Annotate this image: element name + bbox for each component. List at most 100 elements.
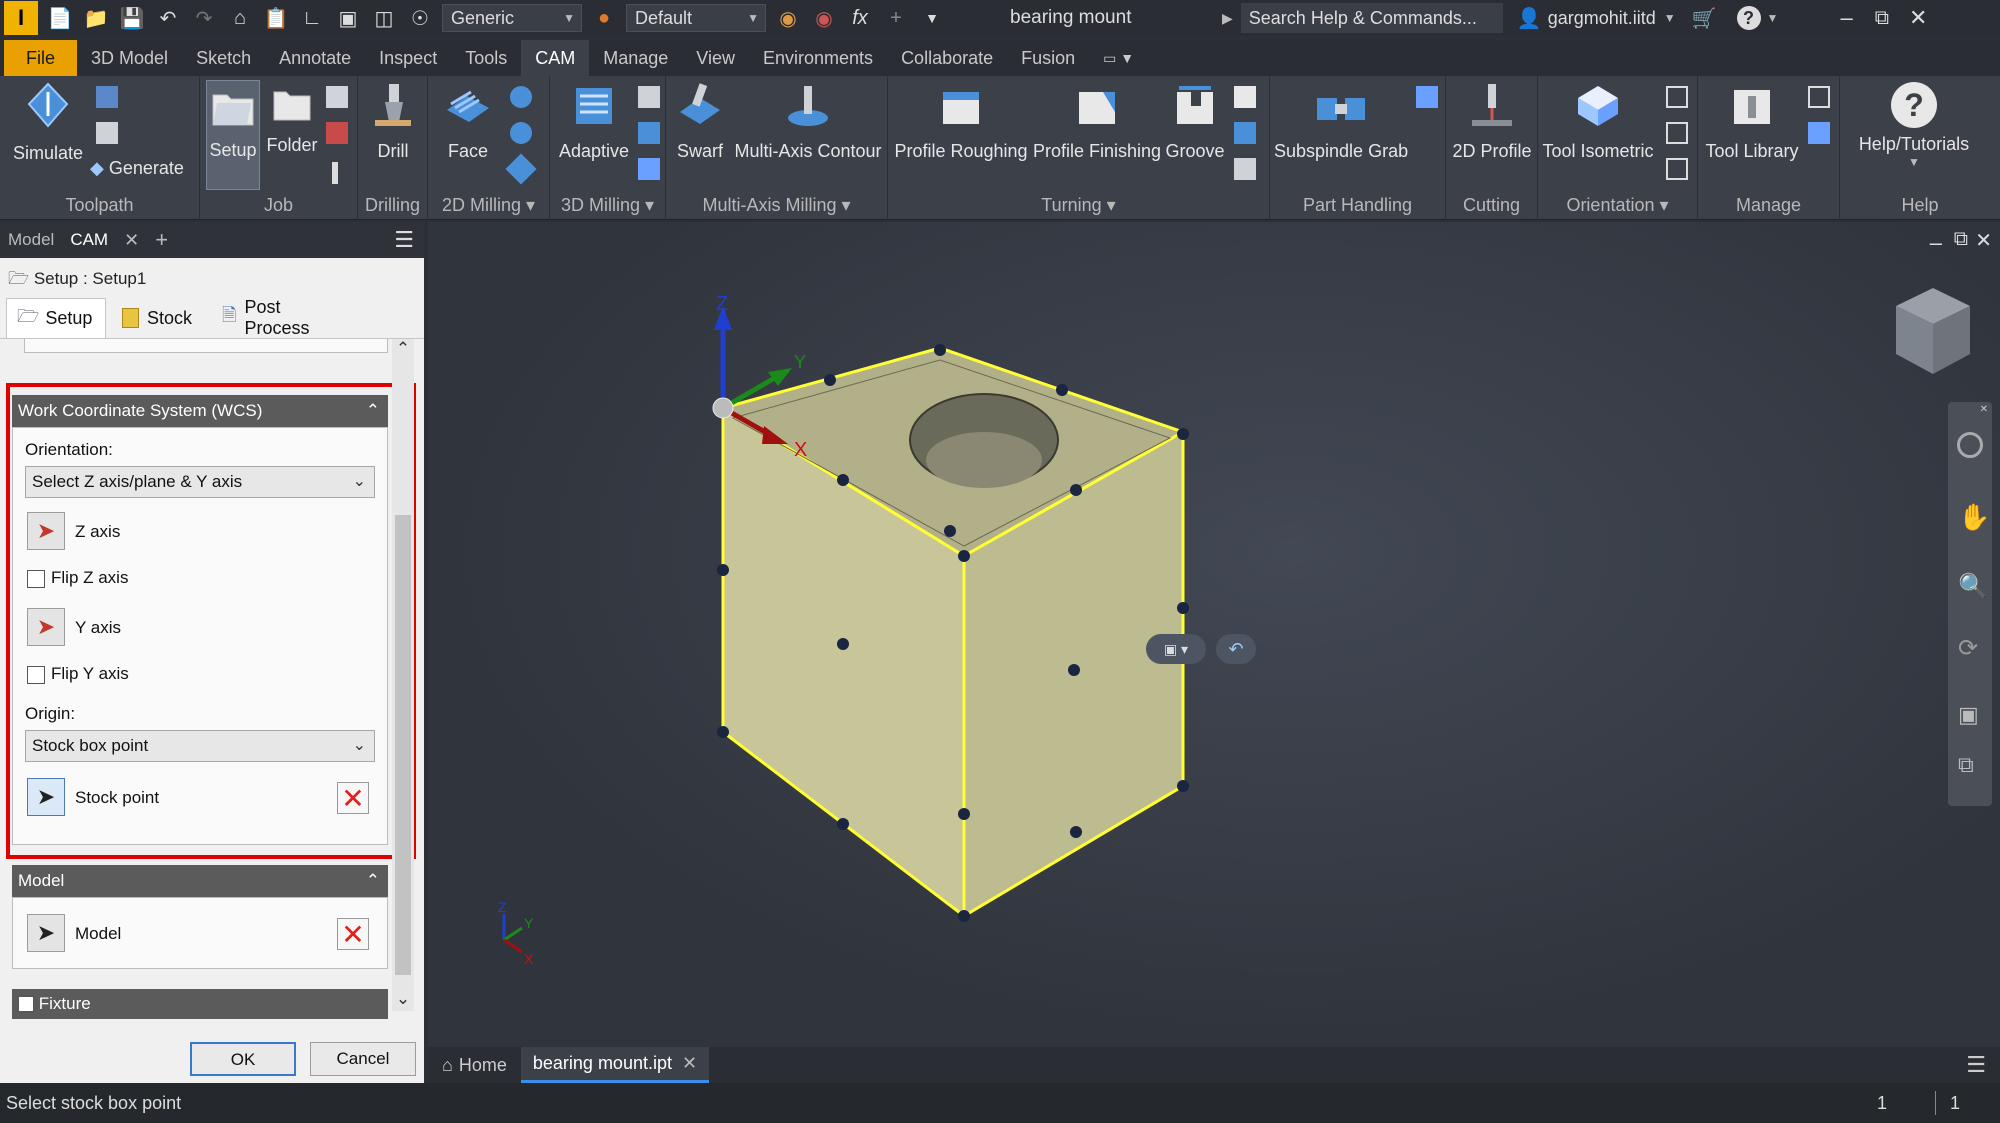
fixture-section-header[interactable]: Fixture — [12, 989, 388, 1019]
flip-y-checkbox[interactable] — [27, 666, 45, 684]
templates-icon[interactable] — [1808, 86, 1830, 108]
tab-inspect[interactable]: Inspect — [365, 40, 451, 76]
tool-isometric-button[interactable]: Tool Isometric — [1542, 82, 1654, 162]
home-tab[interactable]: ⌂ Home — [428, 1055, 521, 1076]
swarf-button[interactable]: Swarf — [672, 82, 728, 162]
subspindle-grab-button[interactable]: Subspindle Grab — [1274, 82, 1408, 162]
adaptive-button[interactable]: Adaptive — [554, 82, 634, 162]
group-label-multi-axis[interactable]: Multi-Axis Milling ▾ — [666, 195, 887, 216]
customize-dropdown-icon[interactable]: ▼ — [918, 4, 946, 32]
tab-collaborate[interactable]: Collaborate — [887, 40, 1007, 76]
user-icon[interactable]: 👤 — [1517, 6, 1542, 31]
pattern-icon[interactable] — [326, 86, 348, 108]
folder-button[interactable]: Folder — [266, 86, 318, 156]
app-logo-icon[interactable]: I — [4, 1, 38, 35]
measure-icon[interactable]: ∟ — [298, 4, 326, 32]
3d-parallel-icon[interactable] — [638, 122, 660, 144]
view-top-icon[interactable] — [1666, 122, 1688, 144]
multi-axis-contour-button[interactable]: Multi-Axis Contour — [732, 82, 884, 162]
close-window-icon[interactable]: ✕ — [1909, 5, 1927, 31]
scroll-down-icon[interactable]: ⌄ — [392, 989, 414, 1011]
material-ball-icon[interactable]: ☉ — [406, 4, 434, 32]
tab-sketch[interactable]: Sketch — [182, 40, 265, 76]
tab-file[interactable]: File — [4, 40, 78, 76]
tab-cam-browser[interactable]: CAM — [62, 230, 116, 250]
redo-icon[interactable]: ↷ — [190, 4, 218, 32]
z-axis-pick-button[interactable]: ➤ — [27, 512, 65, 550]
add-browser-tab-button[interactable]: + — [147, 227, 176, 253]
help-dropdown-icon[interactable]: ▼ — [1767, 11, 1779, 25]
tab-annotate[interactable]: Annotate — [265, 40, 365, 76]
browser-menu-icon[interactable]: ☰ — [394, 227, 414, 253]
search-box[interactable]: Search Help & Commands... — [1240, 3, 1503, 33]
close-tab-icon[interactable]: ✕ — [116, 230, 147, 251]
user-name[interactable]: gargmohit.iitd — [1548, 8, 1656, 29]
document-tab-bearing-mount[interactable]: bearing mount.ipt ✕ — [520, 1047, 710, 1083]
view-side-icon[interactable] — [1666, 158, 1688, 180]
2d-pocket-icon[interactable] — [510, 122, 532, 144]
drill-button[interactable]: Drill — [364, 82, 422, 162]
cart-icon[interactable]: 🛒 — [1692, 6, 1717, 31]
part-transfer-icon[interactable] — [1416, 86, 1438, 108]
scroll-up-icon[interactable]: ⌃ — [392, 339, 414, 361]
dialog-scrollbar[interactable]: ⌃ ⌄ — [392, 339, 414, 1011]
2d-contour-icon[interactable] — [505, 153, 537, 185]
tab-3d-model[interactable]: 3D Model — [77, 40, 182, 76]
profile-roughing-button[interactable]: Profile Roughing — [894, 82, 1028, 162]
tab-model-browser[interactable]: Model — [0, 230, 62, 250]
tab-setup[interactable]: 🗁 Setup — [6, 298, 106, 338]
undo-icon[interactable]: ↶ — [154, 4, 182, 32]
2d-profile-button[interactable]: 2D Profile — [1450, 82, 1534, 162]
appearance-combo[interactable]: Generic ▼ — [442, 4, 582, 32]
open-folder-icon[interactable]: 📁 — [82, 4, 110, 32]
clear-model-button[interactable]: ✕ — [337, 918, 369, 950]
group-label-turning[interactable]: Turning ▾ — [888, 195, 1269, 216]
clipboard-icon[interactable]: 📋 — [262, 4, 290, 32]
model-pick-button[interactable]: ➤ — [27, 914, 65, 952]
clear-stock-point-button[interactable]: ✕ — [337, 782, 369, 814]
save-icon[interactable]: 💾 — [118, 4, 146, 32]
profile-finishing-button[interactable]: Profile Finishing — [1032, 82, 1162, 162]
turning-face-icon[interactable] — [1234, 86, 1256, 108]
ribbon-display-toggle-icon[interactable]: ▭ ▼ — [1089, 40, 1148, 76]
document-tabs-menu-icon[interactable]: ☰ — [1966, 1052, 1986, 1078]
mini-toolbar-options-button[interactable]: ▣ ▾ — [1146, 634, 1206, 664]
triad-origin[interactable] — [712, 397, 734, 419]
nc-program-icon[interactable] — [96, 122, 118, 144]
y-axis-pick-button[interactable]: ➤ — [27, 608, 65, 646]
setup-button[interactable]: Setup — [206, 80, 260, 190]
help-icon[interactable]: ? — [1736, 6, 1761, 30]
groove-button[interactable]: Groove — [1164, 82, 1226, 162]
tab-stock[interactable]: Stock — [112, 298, 202, 338]
turning-chamfer-icon[interactable] — [1234, 158, 1256, 180]
collapse-wcs-icon[interactable]: ⌃ — [366, 395, 380, 427]
post-library-icon[interactable] — [1808, 122, 1830, 144]
help-tutorials-button[interactable]: ? Help/Tutorials ▼ — [1844, 82, 1984, 169]
tab-fusion[interactable]: Fusion — [1007, 40, 1089, 76]
wcs-section-header[interactable]: Work Coordinate System (WCS) ⌃ — [12, 395, 388, 427]
2d-adaptive-icon[interactable] — [510, 86, 532, 108]
graphics-viewport[interactable]: – ⧉ ✕ ✕ ✋ 🔍 ⟳ ▣ ⧉ Z Y X Z Y X ▣ ▾ ↶ — [428, 222, 2000, 1047]
new-file-icon[interactable]: 📄 — [46, 4, 74, 32]
expand-arrow-icon[interactable]: ▶ — [1222, 10, 1233, 27]
group-label-2d-milling[interactable]: 2D Milling ▾ — [428, 195, 549, 216]
material-combo[interactable]: Default ▼ — [626, 4, 766, 32]
fixture-checkbox[interactable] — [18, 996, 34, 1012]
minimize-icon[interactable]: – — [1840, 5, 1852, 31]
collapse-model-icon[interactable]: ⌃ — [366, 865, 380, 897]
origin-select[interactable]: Stock box point ⌄ — [25, 730, 375, 762]
tab-manage[interactable]: Manage — [589, 40, 682, 76]
probe-icon[interactable] — [332, 162, 338, 184]
ok-button[interactable]: OK — [190, 1042, 296, 1076]
user-dropdown-icon[interactable]: ▼ — [1664, 11, 1676, 25]
restore-icon[interactable]: ⧉ — [1875, 7, 1889, 30]
group-label-orientation[interactable]: Orientation ▾ — [1538, 195, 1697, 216]
update-icon[interactable]: ◫ — [370, 4, 398, 32]
home-icon[interactable]: ⌂ — [226, 4, 254, 32]
simulate-button[interactable]: Simulate — [8, 82, 88, 164]
tab-environments[interactable]: Environments — [749, 40, 887, 76]
view-front-icon[interactable] — [1666, 86, 1688, 108]
appearance-override-icon[interactable]: ◉ — [774, 4, 802, 32]
tab-post-process[interactable]: 🗎 Post Process — [212, 297, 352, 338]
turning-thread-icon[interactable] — [1234, 122, 1256, 144]
